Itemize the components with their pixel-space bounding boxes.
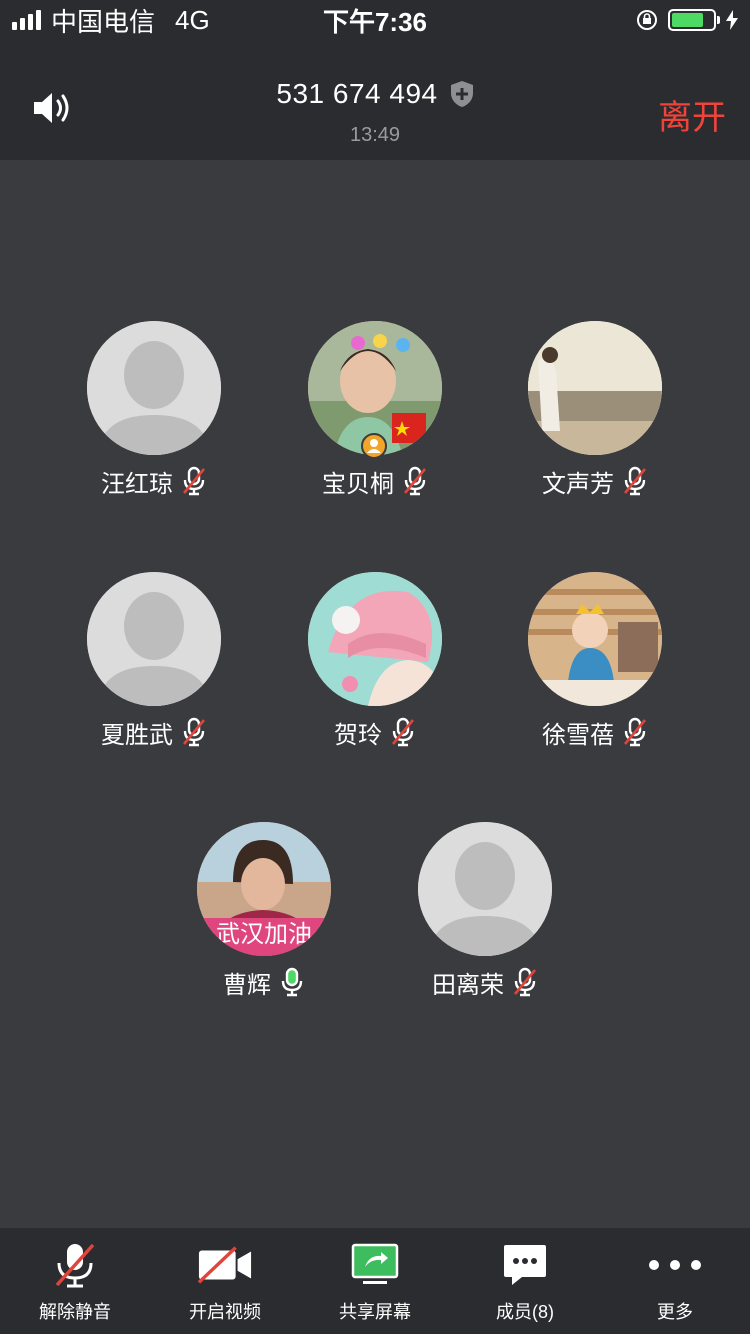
name-row: 曹辉 bbox=[174, 966, 354, 999]
share-screen-label: 共享屏幕 bbox=[339, 1302, 411, 1322]
participant-name: 曹辉 bbox=[223, 971, 271, 999]
members-button[interactable]: 成员(8) bbox=[450, 1228, 600, 1334]
participant-name: 汪红琼 bbox=[101, 470, 173, 498]
name-row: 徐雪蓓 bbox=[505, 716, 685, 749]
avatar bbox=[87, 572, 221, 706]
participant-name: 徐雪蓓 bbox=[542, 721, 614, 749]
name-row: 汪红琼 bbox=[64, 465, 244, 498]
participant-tile[interactable]: 宝贝桐 bbox=[285, 321, 465, 498]
more-label: 更多 bbox=[657, 1302, 693, 1322]
avatar bbox=[308, 572, 442, 706]
shield-plus-icon bbox=[450, 81, 473, 107]
network-type: 4G bbox=[175, 4, 210, 35]
participant-tile[interactable]: 田离荣 bbox=[395, 822, 575, 999]
user-icon bbox=[367, 439, 381, 453]
leave-button[interactable]: 离开 bbox=[658, 90, 726, 139]
name-row: 田离荣 bbox=[395, 966, 575, 999]
more-button[interactable]: 更多 bbox=[600, 1228, 750, 1334]
name-row: 宝贝桐 bbox=[285, 465, 465, 498]
mic-muted-icon bbox=[514, 967, 536, 997]
share-screen-button[interactable]: 共享屏幕 bbox=[300, 1228, 450, 1334]
mic-muted-icon bbox=[404, 466, 426, 496]
share-screen-icon bbox=[351, 1243, 399, 1284]
video-off-icon bbox=[197, 1246, 252, 1284]
start-video-button[interactable]: 开启视频 bbox=[150, 1228, 300, 1334]
participant-name: 田离荣 bbox=[432, 971, 504, 999]
participant-name: 夏胜武 bbox=[101, 721, 173, 749]
participant-name: 文声芳 bbox=[542, 470, 614, 498]
mic-muted-icon bbox=[392, 717, 414, 747]
avatar bbox=[528, 572, 662, 706]
participant-name: 宝贝桐 bbox=[322, 470, 394, 498]
name-row: 贺玲 bbox=[285, 716, 465, 749]
mic-active-icon bbox=[281, 967, 303, 997]
status-left: 中国电信 4G bbox=[12, 2, 210, 39]
participant-tile[interactable]: 徐雪蓓 bbox=[505, 572, 685, 749]
signal-icon bbox=[12, 10, 41, 30]
mic-muted-icon bbox=[183, 466, 205, 496]
mic-muted-icon bbox=[55, 1243, 95, 1288]
charging-icon bbox=[726, 10, 738, 30]
participant-tile[interactable]: 文声芳 bbox=[505, 321, 685, 498]
chat-bubble-icon bbox=[504, 1245, 546, 1285]
meeting-duration: 13:49 bbox=[349, 124, 401, 146]
participant-tile[interactable]: 夏胜武 bbox=[64, 572, 244, 749]
avatar: 武汉加油 bbox=[197, 822, 331, 956]
participant-tile[interactable]: 贺玲 bbox=[285, 572, 465, 749]
meeting-id-row[interactable]: 531 674 494 bbox=[0, 78, 750, 110]
host-badge bbox=[361, 433, 387, 459]
unmute-label: 解除静音 bbox=[39, 1302, 111, 1322]
avatar bbox=[418, 822, 552, 956]
meeting-id: 531 674 494 bbox=[276, 78, 438, 109]
avatar bbox=[87, 321, 221, 455]
carrier: 中国电信 bbox=[51, 6, 156, 37]
members-label: 成员(8) bbox=[496, 1302, 554, 1322]
avatar-banner: 武汉加油 bbox=[197, 918, 331, 956]
status-right bbox=[636, 9, 738, 31]
battery-icon bbox=[668, 9, 720, 31]
participant-name: 贺玲 bbox=[334, 721, 382, 749]
avatar bbox=[528, 321, 662, 455]
unmute-button[interactable]: 解除静音 bbox=[0, 1228, 150, 1334]
meeting-header: 531 674 494 13:49 离开 bbox=[0, 40, 750, 160]
participant-tile[interactable]: 武汉加油 曹辉 bbox=[174, 822, 354, 999]
name-row: 文声芳 bbox=[505, 465, 685, 498]
orientation-lock-icon bbox=[637, 10, 657, 30]
status-bar: 中国电信 4G 下午7:36 bbox=[0, 0, 750, 40]
mic-muted-icon bbox=[624, 466, 646, 496]
more-dots-icon bbox=[649, 1260, 701, 1270]
start-video-label: 开启视频 bbox=[189, 1302, 261, 1322]
meeting-toolbar: 解除静音 开启视频 共享屏幕 成员(8) 更多 bbox=[0, 1228, 750, 1334]
participant-tile[interactable]: 汪红琼 bbox=[64, 321, 244, 498]
mic-muted-icon bbox=[183, 717, 205, 747]
mic-muted-icon bbox=[624, 717, 646, 747]
name-row: 夏胜武 bbox=[64, 716, 244, 749]
